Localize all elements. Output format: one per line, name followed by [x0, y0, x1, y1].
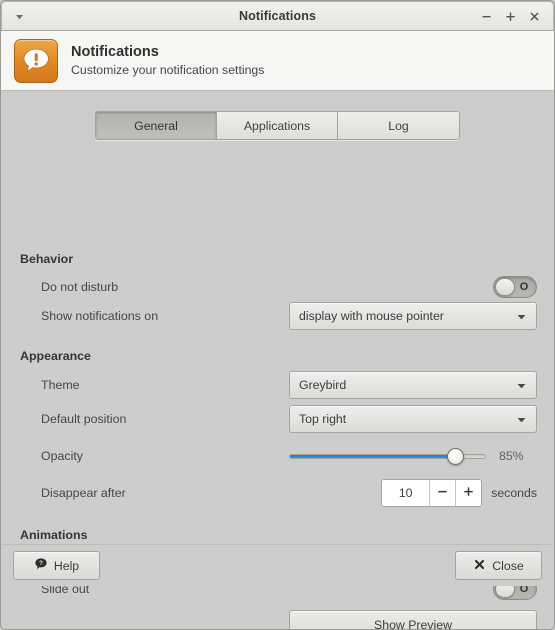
label-do-not-disturb: Do not disturb	[41, 280, 119, 294]
app-header: Notifications Customize your notificatio…	[1, 31, 554, 91]
chevron-down-icon	[516, 311, 527, 322]
app-subtitle: Customize your notification settings	[71, 62, 265, 77]
show-preview-wrap: Show Preview	[289, 610, 537, 630]
minimize-icon	[480, 10, 493, 23]
label-default-position: Default position	[41, 412, 127, 426]
notification-bubble-icon	[14, 38, 58, 83]
minus-icon	[436, 485, 449, 501]
combo-value: Top right	[299, 412, 347, 426]
window-menu-button[interactable]	[2, 2, 36, 30]
maximize-plus-icon	[504, 10, 517, 23]
row-show-notifications-on: Show notifications on display with mouse…	[20, 302, 537, 330]
row-opacity: Opacity 85%	[20, 445, 537, 467]
slider-track[interactable]	[289, 447, 486, 465]
section-title-behavior: Behavior	[20, 252, 74, 266]
tab-log[interactable]: Log	[338, 112, 459, 139]
close-dialog-button[interactable]: Close	[455, 551, 542, 580]
notifications-settings-window: Notifications Notifications Customize yo…	[0, 0, 555, 630]
tab-bar: General Applications Log	[1, 91, 554, 140]
spinner-disappear-after[interactable]: 10	[381, 479, 483, 507]
toggle-do-not-disturb[interactable]: O	[493, 276, 537, 298]
help-button-label: Help	[53, 558, 80, 573]
maximize-button[interactable]	[503, 9, 518, 24]
tab-general[interactable]: General	[96, 112, 217, 139]
spinner-suffix-label: seconds	[491, 486, 537, 500]
dialog-action-bar: ? Help Close	[2, 544, 553, 586]
disappear-after-control: 10 seconds	[381, 479, 537, 507]
window-titlebar: Notifications	[1, 1, 554, 31]
combo-show-notifications-on[interactable]: display with mouse pointer	[289, 302, 537, 330]
toggle-off-mark: O	[519, 281, 529, 293]
label-opacity: Opacity	[41, 449, 84, 463]
combo-theme[interactable]: Greybird	[289, 371, 537, 399]
help-button[interactable]: ? Help	[13, 551, 100, 580]
row-default-position: Default position Top right	[20, 405, 537, 433]
row-theme: Theme Greybird	[20, 371, 537, 399]
minimize-button[interactable]	[479, 9, 494, 24]
slider-fill	[290, 454, 456, 458]
spinner-value[interactable]: 10	[382, 480, 431, 506]
opacity-value: 85%	[499, 449, 524, 463]
toggle-knob	[495, 278, 515, 296]
close-button-label: Close	[492, 558, 524, 573]
close-icon	[528, 10, 541, 23]
label-theme: Theme	[41, 378, 80, 392]
chevron-down-icon	[516, 414, 527, 425]
label-disappear-after: Disappear after	[41, 486, 126, 500]
svg-text:?: ?	[39, 560, 43, 567]
label-show-notifications-on: Show notifications on	[41, 309, 159, 323]
spinner-decrement-button[interactable]	[430, 480, 457, 506]
spinner-increment-button[interactable]	[456, 480, 482, 506]
app-title: Notifications	[71, 43, 159, 60]
section-title-animations: Animations	[20, 528, 88, 542]
chevron-down-icon	[516, 380, 527, 391]
slider-knob[interactable]	[447, 447, 465, 465]
tab-applications[interactable]: Applications	[217, 112, 338, 139]
settings-content: General Applications Log Behavior Do not…	[1, 91, 554, 630]
combo-value: Greybird	[299, 378, 347, 392]
row-disappear-after: Disappear after 10 seconds	[20, 479, 537, 507]
close-button[interactable]	[527, 9, 542, 24]
show-preview-button[interactable]: Show Preview	[289, 610, 537, 630]
row-do-not-disturb: Do not disturb O	[20, 276, 537, 298]
plus-icon	[462, 485, 475, 501]
close-x-icon	[473, 558, 486, 574]
combo-default-position[interactable]: Top right	[289, 405, 537, 433]
window-controls	[479, 9, 553, 24]
window-title: Notifications	[239, 9, 316, 23]
combo-value: display with mouse pointer	[299, 309, 444, 323]
window-menu-caret-icon	[14, 11, 25, 22]
slider-opacity[interactable]: 85%	[289, 445, 537, 467]
app-header-text: Notifications Customize your notificatio…	[71, 43, 264, 78]
section-title-appearance: Appearance	[20, 349, 91, 363]
help-icon: ?	[34, 557, 48, 574]
